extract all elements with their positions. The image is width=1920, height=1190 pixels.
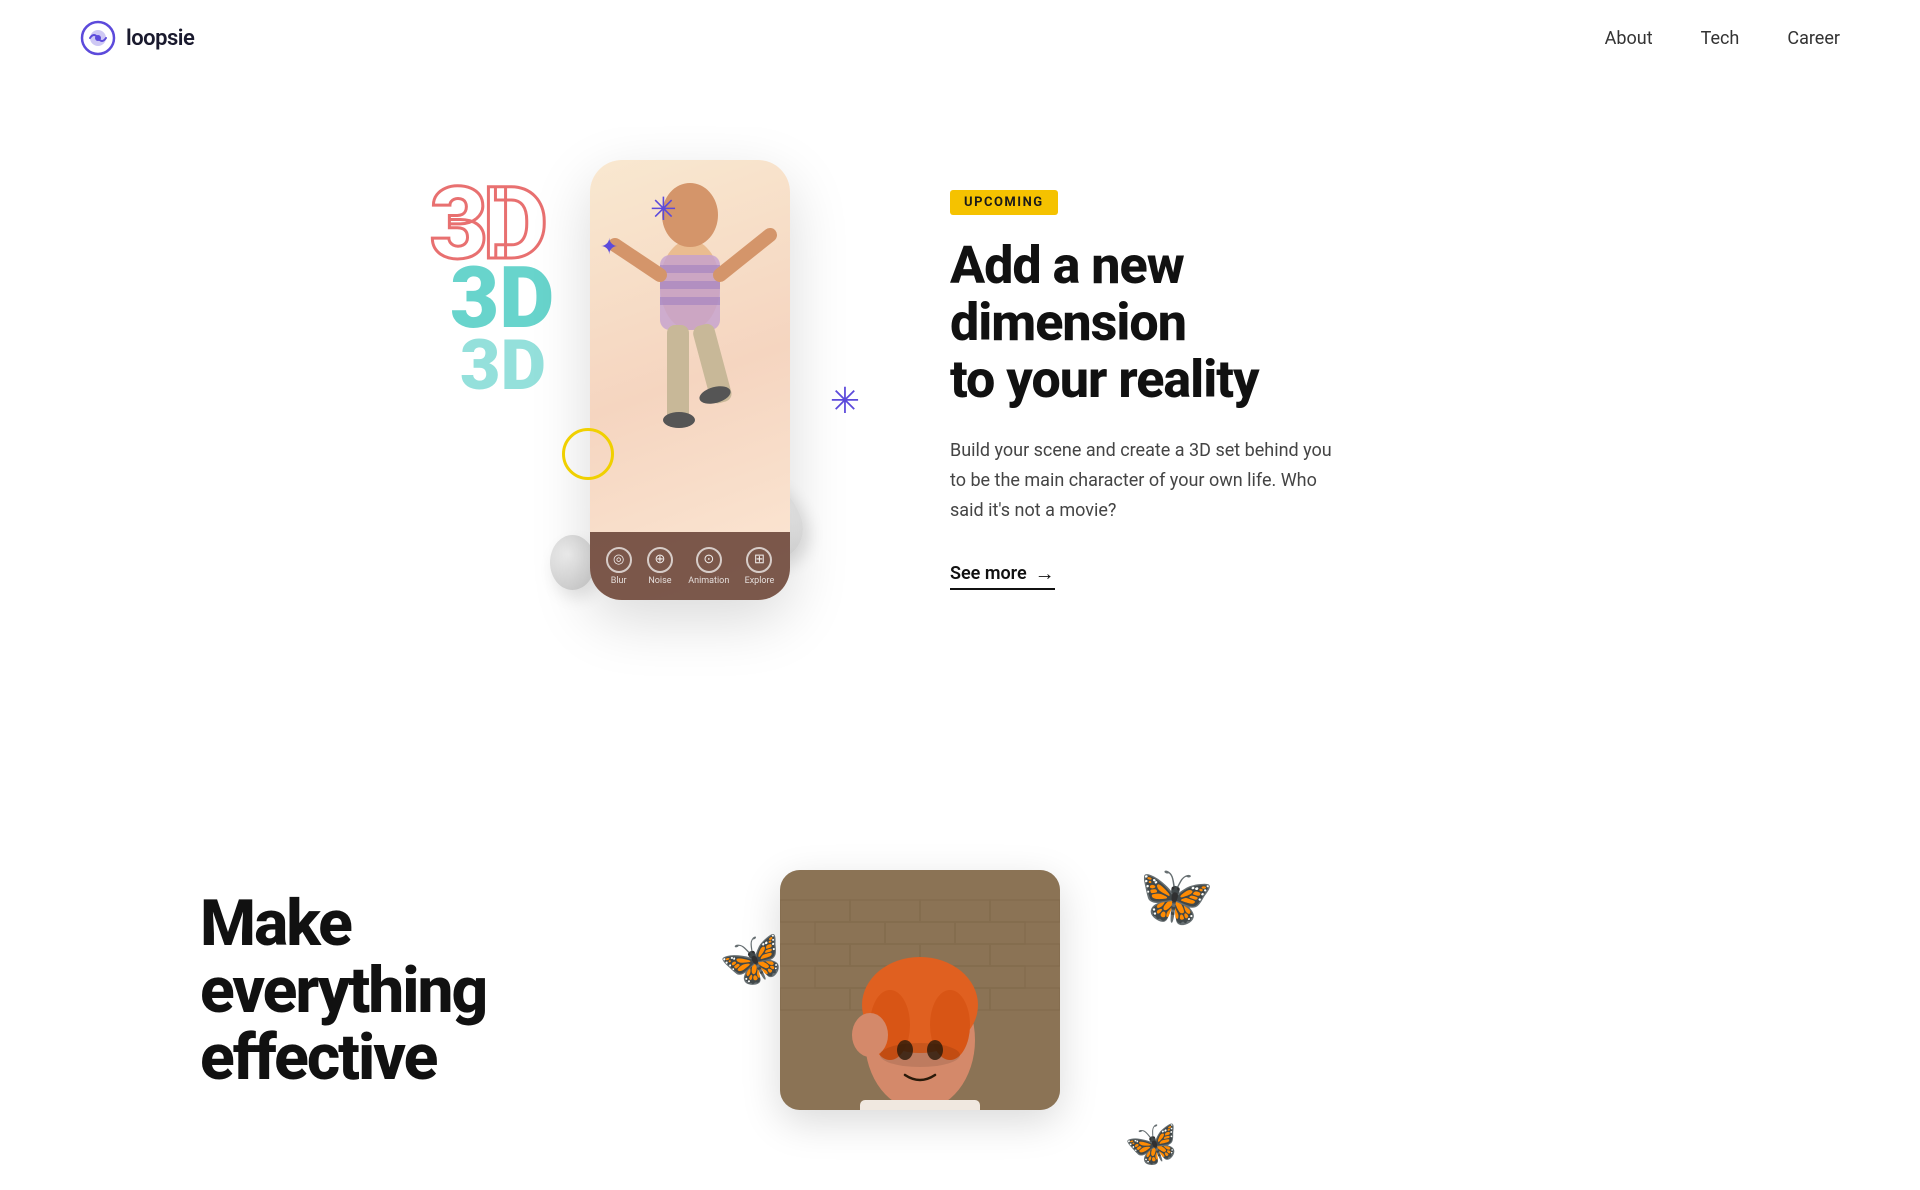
bar-animation: ⊙ Animation — [688, 547, 729, 586]
nav-about[interactable]: About — [1605, 28, 1653, 49]
navigation: loopsie About Tech Career — [0, 0, 1920, 76]
main-content: 3D 3D 3D ✳ ✦ ✳ — [0, 0, 1920, 1190]
butterfly-icon-right-bottom: 🦋 — [1121, 1114, 1184, 1175]
bar-blur: ◎ Blur — [606, 547, 632, 586]
noise-label: Noise — [648, 576, 671, 586]
explore-label: Explore — [745, 576, 775, 586]
cursor-circle-indicator — [562, 428, 614, 480]
logo-icon — [80, 20, 116, 56]
upcoming-badge: UPCOMING — [950, 190, 1058, 215]
explore-symbol: ⊞ — [754, 552, 765, 567]
see-more-text: See more — [950, 563, 1027, 584]
section-3d: 3D 3D 3D ✳ ✦ ✳ — [0, 80, 1920, 700]
phone-mockup: ◎ Blur ⊕ Noise ⊙ — [590, 160, 790, 600]
noise-symbol: ⊕ — [654, 552, 665, 567]
noise-icon: ⊕ — [647, 547, 673, 573]
animation-label: Animation — [688, 576, 729, 586]
phone-screen: ◎ Blur ⊕ Noise ⊙ — [590, 160, 790, 600]
dancer-figure — [595, 160, 785, 510]
section-spacer — [0, 700, 1920, 830]
see-more-arrow-icon: → — [1035, 561, 1055, 586]
phone-visual: 3D 3D 3D ✳ ✦ ✳ — [490, 140, 830, 640]
logo-text: loopsie — [126, 26, 194, 51]
heading-line1: Add a new dimension — [950, 235, 1186, 353]
bar-explore: ⊞ Explore — [745, 547, 775, 586]
blur-symbol: ◎ — [613, 552, 624, 567]
butterfly-visual: 🦋 🦋 🦋 — [740, 870, 1220, 1150]
decorative-blob-2 — [550, 535, 595, 590]
see-more-link[interactable]: See more → — [950, 561, 1055, 590]
description-3d: Build your scene and create a 3D set beh… — [950, 436, 1350, 525]
phone-nav-bar: ◎ Blur ⊕ Noise ⊙ — [590, 532, 790, 600]
butterfly-heading-line1: Make everything — [200, 886, 486, 1028]
portrait-person — [780, 870, 1060, 1110]
heading-butterfly: Make everything effective — [200, 890, 620, 1092]
star-decoration-top: ✳ — [650, 190, 677, 228]
logo[interactable]: loopsie — [80, 20, 194, 56]
section-butterflies: Make everything effective — [0, 830, 1920, 1190]
blur-label: Blur — [611, 576, 627, 586]
bar-noise: ⊕ Noise — [647, 547, 673, 586]
animation-symbol: ⊙ — [703, 552, 714, 567]
nav-tech[interactable]: Tech — [1701, 28, 1740, 49]
content-3d-section: UPCOMING Add a new dimension to your rea… — [950, 190, 1430, 591]
heading-3d: Add a new dimension to your reality — [950, 237, 1430, 409]
heading-line2: to your reality — [950, 349, 1259, 410]
nav-links: About Tech Career — [1605, 28, 1840, 49]
explore-icon: ⊞ — [746, 547, 772, 573]
blur-icon: ◎ — [606, 547, 632, 573]
butterfly-text: Make everything effective — [200, 870, 620, 1092]
butterfly-heading-line2: effective — [200, 1020, 436, 1095]
star-decoration-right: ✳ — [830, 380, 860, 422]
star-decoration-small: ✦ — [600, 235, 618, 260]
butterfly-icon-right-top: 🦋 — [1125, 849, 1219, 941]
animation-icon: ⊙ — [696, 547, 722, 573]
nav-career[interactable]: Career — [1787, 28, 1840, 49]
number-3d-teal2: 3D — [460, 335, 546, 398]
portrait-card — [780, 870, 1060, 1110]
